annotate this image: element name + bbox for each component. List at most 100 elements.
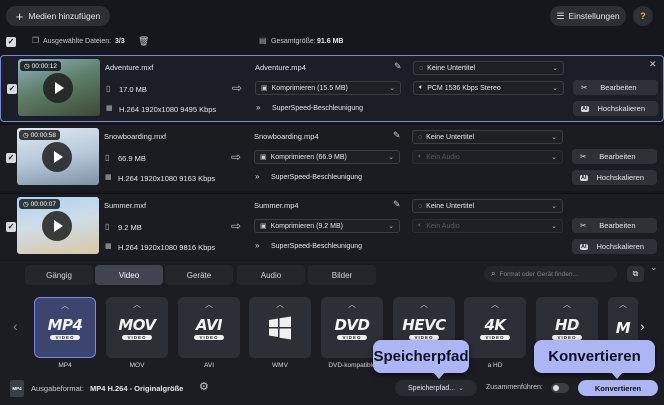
scissors-icon: ✂ — [580, 221, 587, 230]
select-all-checkbox[interactable]: ✓ — [6, 37, 16, 47]
edit-button[interactable]: ✂ Bearbeiten — [572, 218, 657, 233]
format-logo: MP4 — [47, 315, 83, 334]
format-logo: MOV — [118, 315, 156, 334]
format-logo-sub: VIDEO — [50, 334, 80, 340]
subtitle-dropdown[interactable]: ◌ Keine Untertitel ⌄ — [412, 130, 563, 144]
tab-2[interactable]: Geräte — [165, 265, 233, 285]
compress-icon: ▣ — [261, 85, 268, 92]
ai-icon: AI — [581, 105, 589, 112]
speaker-icon: 🔈︎ — [419, 84, 424, 91]
rename-pencil-icon[interactable]: ✎ — [393, 130, 401, 141]
file-row[interactable]: ✓ ◷ 00:00:12 Adventure.mxf ▯ 17.0 MB ▦ H.… — [0, 55, 664, 122]
source-codec: H.264 1920x1080 9495 Kbps — [119, 105, 217, 114]
file-icon: ▯ — [105, 153, 110, 162]
format-tile[interactable]: ︿ AVI VIDEO — [178, 297, 240, 358]
speech-bubble-icon: ◌ — [418, 133, 423, 141]
source-codec: H.264 1920x1080 9816 Kbps — [118, 243, 216, 252]
source-file-name: Summer.mxf — [104, 201, 147, 210]
format-logo-sub: VIDEO — [337, 334, 367, 340]
file-row[interactable]: ✓ ◷ 00:00:07 Summer.mxf ▯ 9.2 MB ▦ H.264 … — [0, 193, 664, 260]
play-icon[interactable] — [43, 73, 73, 103]
audio-dropdown[interactable]: 🔈︎ Kein Audio ⌄ — [412, 150, 563, 164]
duration-badge: ◷ 00:00:58 — [19, 130, 60, 140]
chevron-up-icon: ︿ — [563, 300, 571, 309]
chevron-down-icon: ⌄ — [388, 223, 394, 230]
subtitle-value: Keine Untertitel — [427, 64, 476, 72]
file-checkbox[interactable]: ✓ — [7, 84, 17, 94]
format-tile[interactable]: ︿ — [249, 297, 311, 358]
add-media-button[interactable]: + Medien hinzufügen — [6, 6, 110, 26]
carousel-right-arrow[interactable]: › — [640, 318, 645, 334]
rename-pencil-icon[interactable]: ✎ — [394, 61, 402, 72]
convert-arrow-icon: ⇨ — [231, 150, 242, 164]
format-logo: HEVC — [402, 315, 446, 334]
tab-0[interactable]: Gängig — [25, 265, 93, 285]
format-logo: M — [615, 318, 631, 337]
carousel-left-arrow[interactable]: ‹ — [13, 318, 18, 334]
convert-callout-pointer — [611, 372, 623, 379]
file-row[interactable]: ✓ ◷ 00:00:58 Snowboarding.mxf ▯ 66.9 MB ▦… — [0, 124, 664, 191]
source-file-name: Adventure.mxf — [105, 63, 154, 72]
settings-button[interactable]: ☰ Einstellungen — [550, 6, 626, 26]
chevron-down-icon: ⌄ — [551, 134, 557, 141]
format-logo: 4K — [484, 315, 506, 334]
compress-value: Komprimieren (9.2 MB) — [270, 222, 343, 230]
save-path-button[interactable]: Speicherpfad... ⌄ — [395, 380, 477, 396]
video-thumbnail[interactable]: ◷ 00:00:12 — [18, 59, 100, 116]
remove-file-close-icon[interactable]: ✕ — [649, 59, 657, 70]
format-logo-sub: VIDEO — [552, 334, 582, 340]
play-icon[interactable] — [42, 142, 72, 172]
file-icon: ▯ — [105, 222, 110, 231]
format-label: MOV — [129, 362, 145, 369]
convert-button[interactable]: Konvertieren — [578, 380, 658, 396]
speech-bubble-icon: ◌ — [418, 202, 423, 210]
output-format-icon: MP4 — [10, 380, 24, 397]
save-path-callout-text: Speicherpfad — [373, 348, 469, 365]
duration-badge: ◷ 00:00:07 — [19, 199, 60, 209]
play-icon[interactable] — [42, 211, 72, 241]
upscale-button[interactable]: AI Hochskalieren — [573, 101, 658, 116]
search-icon: ⌕ — [491, 269, 496, 278]
file-icon: ▯ — [106, 84, 111, 93]
merge-label: Zusammenführen: — [486, 384, 543, 391]
file-checkbox[interactable]: ✓ — [6, 222, 16, 232]
upscale-label: Hochskalieren — [597, 104, 646, 113]
file-checkbox[interactable]: ✓ — [6, 153, 16, 163]
upscale-button[interactable]: AI Hochskalieren — [572, 239, 657, 254]
tab-1[interactable]: Video — [95, 265, 163, 285]
video-thumbnail[interactable]: ◷ 00:00:07 — [17, 197, 99, 254]
tab-3[interactable]: Audio — [237, 265, 305, 285]
edit-button[interactable]: ✂ Bearbeiten — [573, 80, 658, 95]
subtitle-dropdown[interactable]: ◌ Keine Untertitel ⌄ — [413, 61, 564, 75]
compress-dropdown[interactable]: ▣ Komprimieren (66.9 MB) ⌄ — [254, 150, 400, 164]
trash-icon[interactable]: 🗑 — [138, 36, 149, 47]
compress-dropdown[interactable]: ▣ Komprimieren (9.2 MB) ⌄ — [254, 219, 400, 233]
speaker-icon: 🔈︎ — [418, 153, 423, 160]
selected-files-count: 3/3 — [115, 38, 125, 45]
video-codec-icon: ▦ — [106, 105, 113, 112]
tab-4[interactable]: Bilder — [308, 265, 376, 285]
merge-toggle[interactable] — [551, 383, 569, 393]
help-button[interactable]: ? — [633, 6, 653, 26]
format-settings-button[interactable]: ⧉ — [627, 266, 644, 282]
format-tile[interactable]: ︿ MP4 VIDEO — [34, 297, 96, 358]
format-tile[interactable]: ︿ 4K VIDEO — [464, 297, 526, 358]
clock-icon: ◷ — [23, 132, 29, 139]
audio-dropdown[interactable]: 🔈︎ Kein Audio ⌄ — [412, 219, 563, 233]
format-logo-sub: VIDEO — [194, 334, 224, 340]
compress-dropdown[interactable]: ▣ Komprimieren (15.5 MB) ⌄ — [255, 81, 401, 95]
subtitle-dropdown[interactable]: ◌ Keine Untertitel ⌄ — [412, 199, 563, 213]
chevron-up-icon: ︿ — [133, 300, 141, 309]
output-settings-gear-icon[interactable]: ⚙ — [199, 380, 209, 393]
format-tile[interactable]: ︿ MOV VIDEO — [106, 297, 168, 358]
audio-dropdown[interactable]: 🔈︎ PCM 1536 Kbps Stereo ⌄ — [413, 81, 564, 95]
video-thumbnail[interactable]: ◷ 00:00:58 — [17, 128, 99, 185]
edit-button[interactable]: ✂ Bearbeiten — [572, 149, 657, 164]
upscale-button[interactable]: AI Hochskalieren — [572, 170, 657, 185]
collapse-chevron-icon[interactable]: ⌄ — [650, 262, 658, 273]
superspeed-icon: » — [255, 241, 260, 250]
format-search[interactable]: ⌕ Format oder Gerät finden... — [484, 266, 617, 282]
format-label: a HD — [487, 362, 503, 369]
rename-pencil-icon[interactable]: ✎ — [393, 199, 401, 210]
convert-callout-text: Konvertieren — [548, 348, 641, 365]
